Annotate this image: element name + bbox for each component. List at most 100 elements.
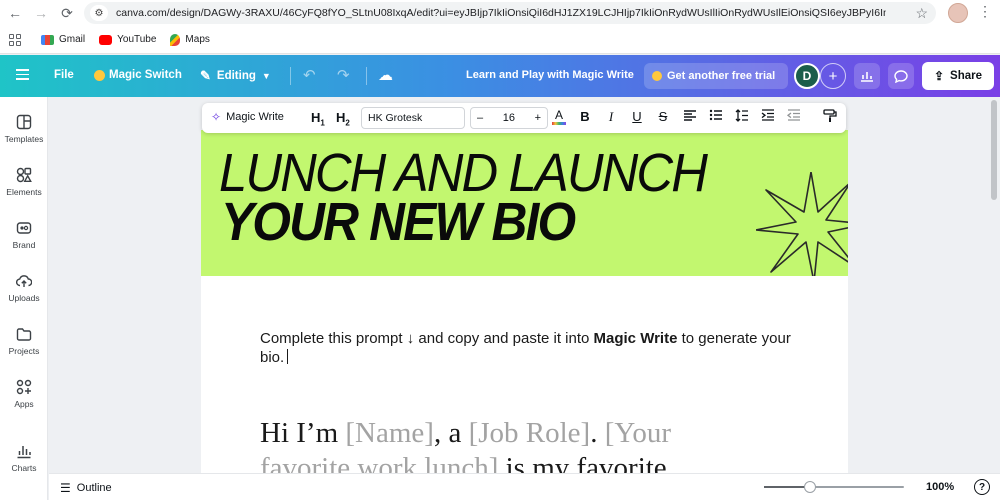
pencil-icon: ✎ (200, 68, 211, 83)
site-info-icon[interactable]: ⚙ (90, 5, 108, 21)
user-avatar[interactable]: D (794, 63, 820, 89)
cloud-saved-icon[interactable]: ☁ (378, 66, 393, 84)
file-menu-button[interactable]: File (54, 69, 74, 81)
prompt-instructions[interactable]: Complete this prompt ↓ and copy and past… (260, 329, 800, 367)
outline-button[interactable]: ☰ Outline (60, 481, 112, 495)
charts-icon (17, 446, 31, 459)
bold-icon[interactable]: B (578, 109, 592, 127)
placeholder-name: [Name] (345, 417, 434, 449)
divider (290, 67, 291, 85)
design-page[interactable]: LUNCH AND LAUNCH YOUR NEW BIO Complete t… (201, 130, 848, 500)
add-collaborator-icon[interactable]: + (820, 63, 846, 89)
sidebar-item-projects[interactable]: Projects (0, 326, 48, 356)
forward-icon[interactable]: → (30, 2, 52, 24)
bookmark-maps[interactable]: Maps (170, 33, 210, 46)
sidebar-item-label: Projects (8, 346, 40, 356)
font-family-select[interactable]: HK Grotesk (361, 107, 465, 129)
design-title[interactable]: Learn and Play with Magic Write (466, 69, 634, 81)
zoom-slider-handle[interactable] (804, 481, 817, 493)
sidebar-item-templates[interactable]: Templates (0, 114, 48, 144)
uploads-icon (16, 275, 32, 287)
canvas-scrollbar[interactable] (991, 100, 997, 200)
headline-line-1[interactable]: LUNCH AND LAUNCH (219, 146, 708, 200)
text-color-icon[interactable]: A (551, 109, 567, 127)
heading-1-button[interactable]: H1 (311, 110, 325, 128)
magic-switch-button[interactable]: Magic Switch (94, 69, 182, 81)
sidebar-item-label: Templates (4, 134, 44, 144)
gmail-icon (41, 34, 54, 45)
headline-line-2[interactable]: YOUR NEW BIO (221, 195, 576, 249)
templates-icon (16, 114, 32, 130)
decrease-size-button[interactable]: – (477, 112, 483, 124)
bookmark-label: Maps (185, 34, 210, 45)
paint-roller-icon[interactable] (822, 109, 838, 127)
share-button[interactable]: ⇪ Share (922, 62, 994, 90)
h2-sub: 2 (345, 118, 350, 128)
magic-write-button[interactable]: ✧ Magic Write (211, 110, 284, 124)
address-bar[interactable]: ⚙ canva.com/design/DAGWy-3RAXU/46CyFQ8fY… (84, 2, 936, 24)
sidebar-item-elements[interactable]: Elements (0, 167, 48, 197)
browser-toolbar: ← → ⟳ ⚙ canva.com/design/DAGWy-3RAXU/46C… (0, 0, 1000, 26)
magic-switch-label: Magic Switch (109, 69, 182, 81)
undo-icon[interactable]: ↶ (303, 66, 316, 84)
text-formatting-toolbar: ✧ Magic Write H1 H2 HK Grotesk – 16 + A … (202, 103, 846, 133)
bookmark-label: Gmail (59, 34, 86, 45)
help-icon[interactable]: ? (974, 479, 990, 495)
sidebar-item-brand[interactable]: Brand (0, 220, 48, 250)
zoom-percentage[interactable]: 100% (926, 481, 954, 493)
apps-icon (16, 379, 32, 395)
heading-2-button[interactable]: H2 (336, 110, 350, 128)
maps-icon (170, 33, 181, 46)
placeholder-job-role: [Job Role] (468, 417, 591, 449)
url-text[interactable]: canva.com/design/DAGWy-3RAXU/46CyFQ8fYO_… (116, 7, 886, 19)
redo-icon[interactable]: ↷ (337, 66, 350, 84)
align-left-icon[interactable] (682, 109, 698, 127)
starburst-graphic (756, 172, 848, 276)
underline-icon[interactable]: U (630, 109, 644, 127)
font-size-value[interactable]: 16 (503, 112, 515, 124)
projects-icon (16, 328, 32, 341)
h1-sub: 1 (320, 118, 325, 128)
insights-chart-icon[interactable] (854, 63, 880, 89)
indent-icon[interactable] (760, 109, 776, 127)
bullet-list-icon[interactable] (708, 109, 724, 127)
back-icon[interactable]: ← (4, 2, 26, 24)
strikethrough-icon[interactable]: S (656, 109, 670, 127)
italic-icon[interactable]: I (604, 109, 618, 127)
reload-icon[interactable]: ⟳ (56, 2, 78, 24)
browser-profile-avatar[interactable] (948, 3, 968, 23)
sidebar-item-apps[interactable]: Apps (0, 379, 48, 409)
sidebar-item-uploads[interactable]: Uploads (0, 273, 48, 303)
upload-icon: ⇪ (933, 69, 945, 83)
bookmark-gmail[interactable]: Gmail (41, 34, 85, 45)
sidebar-item-label: Brand (12, 240, 36, 250)
magic-write-label: Magic Write (226, 111, 284, 123)
bio-text: . (590, 417, 605, 449)
bio-text: Hi I’m (260, 417, 346, 449)
sidebar-item-charts[interactable]: Charts (0, 443, 48, 473)
headline-banner: LUNCH AND LAUNCH YOUR NEW BIO (201, 130, 848, 276)
zoom-slider[interactable] (764, 481, 904, 493)
browser-menu-icon[interactable]: ⋮ (978, 3, 992, 20)
bookmark-star-icon[interactable]: ☆ (915, 5, 928, 22)
magic-wand-icon: ✧ (211, 110, 222, 124)
outdent-icon[interactable] (786, 109, 802, 127)
outline-icon: ☰ (60, 481, 71, 495)
free-trial-button[interactable]: Get another free trial (644, 63, 788, 89)
menu-icon[interactable] (16, 69, 29, 80)
comment-icon[interactable] (888, 63, 914, 89)
sidebar-item-label: Apps (14, 399, 34, 409)
sidebar-item-label: Charts (11, 463, 37, 473)
editing-mode-dropdown[interactable]: ✎ Editing ▼ (200, 68, 271, 84)
font-size-stepper[interactable]: – 16 + (470, 107, 548, 129)
line-spacing-icon[interactable] (734, 109, 750, 127)
h2-letter: H (336, 110, 346, 125)
brand-icon (16, 222, 32, 234)
increase-size-button[interactable]: + (535, 112, 541, 124)
youtube-icon (99, 34, 113, 45)
bookmark-youtube[interactable]: YouTube (99, 34, 156, 45)
editing-label: Editing (216, 70, 256, 82)
bookmark-label: YouTube (117, 34, 157, 45)
apps-grid-icon[interactable] (9, 33, 21, 46)
left-sidebar: Templates Elements Brand Uploads Project… (0, 97, 48, 500)
